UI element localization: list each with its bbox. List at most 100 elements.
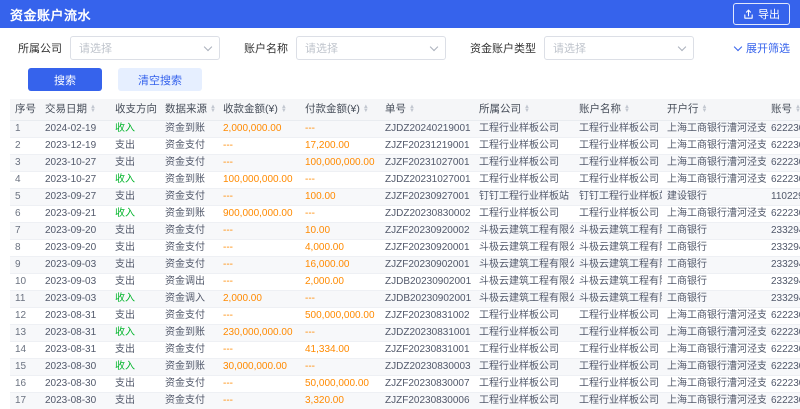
- cell-account_name: 斗极云建筑工程有限公司: [574, 223, 662, 240]
- cell-receipt: ---: [218, 308, 300, 325]
- chevron-down-icon: [204, 42, 212, 50]
- cell-payment: ---: [300, 359, 380, 376]
- cell-direction: 支出: [110, 189, 160, 206]
- column-header-order_no[interactable]: 单号▲▼: [380, 99, 474, 121]
- cell-seq: 13: [10, 325, 40, 342]
- company-select[interactable]: 请选择: [70, 36, 220, 60]
- fund-account-type-select[interactable]: 请选择: [544, 36, 694, 60]
- cell-direction: 支出: [110, 274, 160, 291]
- cell-order_no: ZJDZ20230830002: [380, 206, 474, 223]
- table-row: 172023-08-30支出资金支付---3,320.00ZJZF2023083…: [10, 393, 800, 409]
- cell-date: 2023-10-27: [40, 155, 110, 172]
- cell-direction: 支出: [110, 342, 160, 359]
- cell-bank: 上海工商银行漕河泾支行: [662, 155, 766, 172]
- cell-order_no: ZJZF20230902001: [380, 257, 474, 274]
- table-row: 112023-09-03收入资金调入2,000.00---ZJDB2023090…: [10, 291, 800, 308]
- sort-icon[interactable]: ▲▼: [90, 105, 96, 114]
- cell-payment: 2,000.00: [300, 274, 380, 291]
- cell-account_name: 工程行业样板公司: [574, 121, 662, 138]
- cell-company: 工程行业样板公司: [474, 308, 574, 325]
- column-label-payment: 付款金额(¥): [305, 103, 360, 115]
- cell-payment: 41,334.00: [300, 342, 380, 359]
- filter-label-company: 所属公司: [18, 40, 62, 56]
- cell-order_no: ZJZF20231219001: [380, 138, 474, 155]
- cell-payment: ---: [300, 121, 380, 138]
- cell-order_no: ZJZF20230920002: [380, 223, 474, 240]
- cell-account_name: 工程行业样板公司: [574, 393, 662, 409]
- cell-receipt: ---: [218, 189, 300, 206]
- cell-order_no: ZJDZ20240219001: [380, 121, 474, 138]
- sort-icon[interactable]: ▲▼: [363, 105, 369, 114]
- cell-date: 2023-09-20: [40, 240, 110, 257]
- filter-item-company: 所属公司请选择: [18, 36, 220, 60]
- cell-receipt: ---: [218, 223, 300, 240]
- cell-bank: 上海工商银行漕河泾支行: [662, 172, 766, 189]
- filter-label-fund-account-type: 资金账户类型: [470, 40, 536, 56]
- cell-source: 资金支付: [160, 240, 218, 257]
- column-header-company[interactable]: 所属公司▲▼: [474, 99, 574, 121]
- table-row: 92023-09-03支出资金支付---16,000.00ZJZF2023090…: [10, 257, 800, 274]
- table-row: 82023-09-20支出资金支付---4,000.00ZJZF20230920…: [10, 240, 800, 257]
- cell-account_no: 233294991: [766, 223, 800, 240]
- column-label-account_no: 账号: [771, 103, 792, 115]
- cell-date: 2023-09-03: [40, 257, 110, 274]
- column-header-account_no[interactable]: 账号▲▼: [766, 99, 800, 121]
- cell-company: 斗极云建筑工程有限公司: [474, 257, 574, 274]
- cell-source: 资金到账: [160, 359, 218, 376]
- column-label-company: 所属公司: [479, 103, 521, 115]
- cell-account_no: 622230111: [766, 342, 800, 359]
- column-header-direction[interactable]: 收支方向▲▼: [110, 99, 160, 121]
- cell-receipt: 30,000,000.00: [218, 359, 300, 376]
- cell-company: 工程行业样板公司: [474, 172, 574, 189]
- column-header-payment[interactable]: 付款金额(¥)▲▼: [300, 99, 380, 121]
- cell-seq: 6: [10, 206, 40, 223]
- cell-receipt: ---: [218, 376, 300, 393]
- cell-payment: ---: [300, 172, 380, 189]
- cell-seq: 9: [10, 257, 40, 274]
- cell-seq: 15: [10, 359, 40, 376]
- cell-seq: 2: [10, 138, 40, 155]
- table-row: 12024-02-19收入资金到账2,000,000.00---ZJDZ2024…: [10, 121, 800, 138]
- sort-icon[interactable]: ▲▼: [702, 105, 708, 114]
- clear-search-button[interactable]: 清空搜索: [118, 68, 202, 91]
- cell-source: 资金支付: [160, 223, 218, 240]
- cell-source: 资金支付: [160, 342, 218, 359]
- sort-icon[interactable]: ▲▼: [795, 105, 800, 114]
- column-header-bank[interactable]: 开户行▲▼: [662, 99, 766, 121]
- cell-company: 斗极云建筑工程有限公司: [474, 240, 574, 257]
- search-button[interactable]: 搜索: [28, 68, 102, 91]
- cell-bank: 上海工商银行漕河泾支行: [662, 308, 766, 325]
- cell-receipt: 100,000,000.00: [218, 172, 300, 189]
- export-button[interactable]: 导出: [733, 3, 790, 25]
- sort-icon[interactable]: ▲▼: [624, 105, 630, 114]
- cell-direction: 收入: [110, 206, 160, 223]
- column-label-receipt: 收款金额(¥): [223, 103, 278, 115]
- sort-icon[interactable]: ▲▼: [281, 105, 287, 114]
- column-header-account_name[interactable]: 账户名称▲▼: [574, 99, 662, 121]
- column-header-date[interactable]: 交易日期▲▼: [40, 99, 110, 121]
- table-row: 32023-10-27支出资金支付---100,000,000.00ZJZF20…: [10, 155, 800, 172]
- cell-account_no: 622230111: [766, 359, 800, 376]
- cell-order_no: ZJZF20230830006: [380, 393, 474, 409]
- filter-item-account-name: 账户名称请选择: [244, 36, 446, 60]
- expand-filter-link[interactable]: 展开筛选: [735, 40, 790, 56]
- table-body: 12024-02-19收入资金到账2,000,000.00---ZJDZ2024…: [10, 121, 800, 409]
- column-header-source[interactable]: 数据来源▲▼: [160, 99, 218, 121]
- column-label-bank: 开户行: [667, 103, 699, 115]
- sort-icon[interactable]: ▲▼: [409, 105, 415, 114]
- cell-account_no: 622230111: [766, 308, 800, 325]
- sort-icon[interactable]: ▲▼: [210, 105, 216, 114]
- cell-company: 斗极云建筑工程有限公司: [474, 274, 574, 291]
- cell-direction: 支出: [110, 155, 160, 172]
- cell-direction: 支出: [110, 223, 160, 240]
- account-name-select[interactable]: 请选择: [296, 36, 446, 60]
- column-label-seq: 序号: [15, 103, 36, 115]
- cell-date: 2023-09-21: [40, 206, 110, 223]
- cell-payment: 17,200.00: [300, 138, 380, 155]
- column-header-receipt[interactable]: 收款金额(¥)▲▼: [218, 99, 300, 121]
- table-row: 72023-09-20支出资金支付---10.00ZJZF20230920002…: [10, 223, 800, 240]
- sort-icon[interactable]: ▲▼: [524, 105, 530, 114]
- filter-item-fund-account-type: 资金账户类型请选择: [470, 36, 694, 60]
- chevron-down-icon: [678, 42, 686, 50]
- transactions-table-wrap: 序号交易日期▲▼收支方向▲▼数据来源▲▼收款金额(¥)▲▼付款金额(¥)▲▼单号…: [0, 99, 800, 409]
